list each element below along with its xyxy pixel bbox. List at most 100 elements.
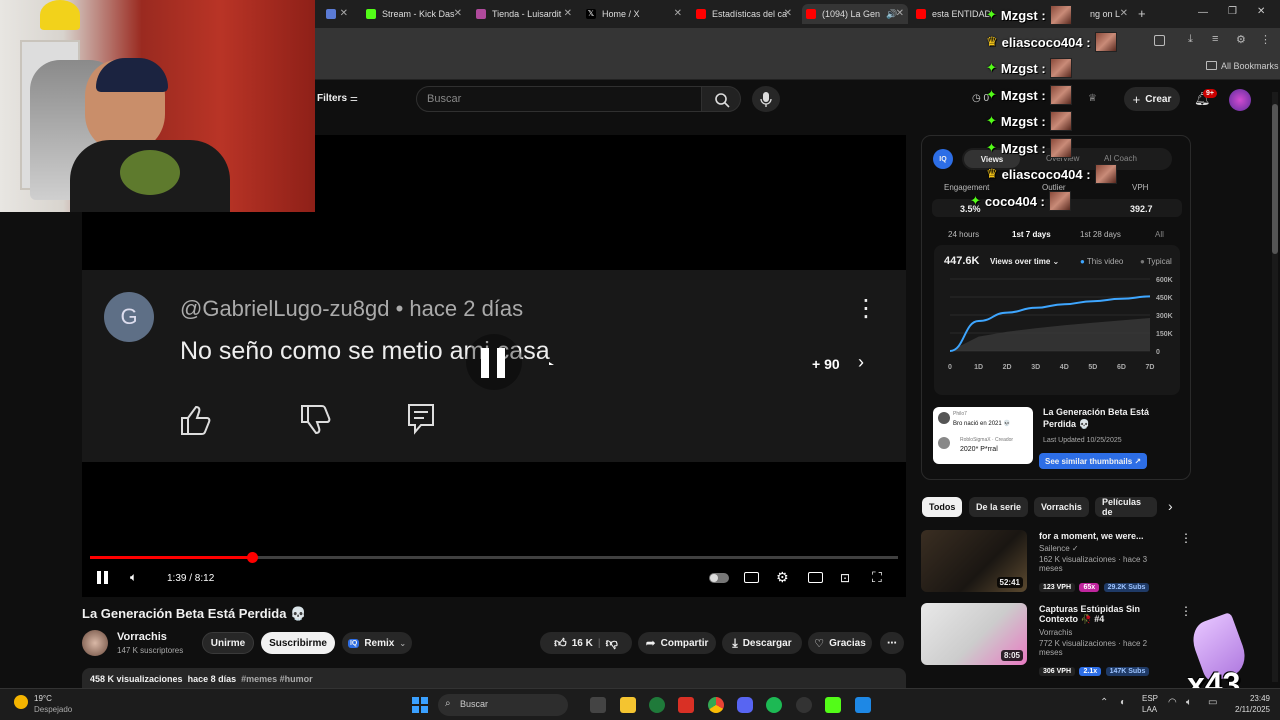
menu-list-icon[interactable]: ≡ [1212, 33, 1218, 45]
tab-close-icon[interactable]: ✕ [674, 8, 682, 19]
range-24h[interactable]: 24 hours [948, 230, 979, 239]
rec-item[interactable]: Capturas Estúpidas Sin Contexto 🥀 #4 Vor… [1039, 604, 1169, 678]
tab-tienda[interactable]: Tienda - Luisardit ✕ [472, 4, 576, 24]
wifi-icon[interactable]: ◠ [1168, 697, 1177, 708]
page-scrollbar[interactable] [1272, 92, 1278, 682]
tray-app-icon[interactable]: ◐ [1120, 697, 1126, 708]
avatar[interactable] [1229, 89, 1251, 111]
new-tab-icon[interactable]: + [1138, 6, 1146, 21]
pause-icon[interactable] [104, 571, 108, 584]
spotify-icon[interactable] [766, 697, 782, 713]
voice-search-button[interactable] [752, 86, 780, 112]
puzzle-icon[interactable]: ⚙ [1236, 33, 1246, 46]
range-all[interactable]: All [1155, 230, 1164, 239]
battery-icon[interactable]: ▭ [1208, 697, 1217, 708]
xbox-icon[interactable] [649, 697, 665, 713]
tab-other[interactable]: ng on L ✕ [1086, 4, 1132, 24]
tab-close-icon[interactable]: ✕ [1120, 8, 1128, 19]
discord-icon[interactable] [737, 697, 753, 713]
progress-track[interactable] [90, 556, 898, 559]
minimize-icon[interactable]: — [1198, 7, 1208, 18]
rec-thumbnail[interactable]: 52:41 [921, 530, 1027, 592]
chip-peliculas[interactable]: Películas de [1095, 497, 1157, 517]
scrollbar-thumb[interactable] [1272, 104, 1278, 254]
kick-app-icon[interactable] [825, 697, 841, 713]
obs-icon[interactable] [796, 697, 812, 713]
pause-icon[interactable] [97, 571, 101, 584]
thumbnail-preview[interactable]: Philo7 Bro nació en 2021 💀 RobloSigmaX ·… [933, 407, 1033, 464]
progress-scrubber[interactable] [246, 552, 258, 563]
tab-close-icon[interactable]: ✕ [564, 8, 572, 19]
chrome-icon[interactable] [708, 697, 724, 713]
taskbar-search[interactable]: ⌕ Buscar [438, 694, 568, 716]
more-actions-button[interactable]: ⋯ [880, 632, 904, 654]
search-button[interactable] [701, 86, 741, 112]
remix-button[interactable]: IQ Remix ⌄ [342, 632, 412, 654]
rec-thumbnail[interactable]: 8:05 [921, 603, 1027, 665]
weather-sun-icon [14, 695, 28, 709]
task-view-icon[interactable] [590, 697, 606, 713]
autoplay-toggle[interactable] [709, 573, 729, 583]
create-button[interactable]: + Crear [1124, 87, 1180, 111]
like-icon[interactable]: 👍︎ [554, 636, 567, 651]
subscribe-button[interactable]: Suscribirme [261, 632, 335, 654]
subtitles-icon[interactable] [744, 572, 759, 583]
description-box[interactable]: 458 K visualizaciones hace 8 días #memes… [82, 668, 906, 690]
settings-gear-icon[interactable]: ⚙ [776, 569, 789, 586]
see-similar-button[interactable]: See similar thumbnails ↗ [1039, 453, 1148, 469]
tab-close-icon[interactable]: ✕ [784, 8, 792, 19]
language-code[interactable]: ESP [1142, 694, 1158, 703]
theater-mode-icon[interactable] [808, 572, 823, 583]
file-explorer-icon[interactable] [620, 697, 636, 713]
rec-more-icon[interactable]: ⋮ [1180, 531, 1192, 545]
clock-time[interactable]: 23:49 [1222, 694, 1270, 703]
all-bookmarks-label[interactable]: All Bookmarks [1221, 61, 1279, 71]
tab-x[interactable]: 𝕏 Home / X ✕ [582, 4, 686, 24]
tab-close-icon[interactable]: ✕ [340, 8, 348, 19]
fullscreen-icon[interactable]: ⛶ [872, 569, 882, 586]
download-icon[interactable]: ⤓ [1188, 33, 1193, 46]
range-28days[interactable]: 1st 28 days [1080, 230, 1121, 239]
rec-item[interactable]: for a moment, we were... Sailence ✓ 162 … [1039, 531, 1169, 594]
chip-serie[interactable]: De la serie [969, 497, 1029, 517]
extensions-icon[interactable] [1154, 35, 1165, 46]
hashtags[interactable]: #memes #humor [241, 674, 313, 684]
weather-temp[interactable]: 19°C [34, 694, 52, 703]
more-vert-icon[interactable]: ⋮ [1260, 33, 1271, 46]
cast-icon[interactable]: ⊡ [840, 571, 850, 585]
like-count[interactable]: 16 K [572, 638, 593, 649]
center-pause-button[interactable] [466, 334, 522, 390]
thanks-button[interactable]: ♡ Gracias [808, 632, 872, 654]
chip-todos[interactable]: Todos [922, 497, 963, 517]
channel-name[interactable]: Vorrachis [117, 631, 167, 643]
filters-button[interactable]: Filters ⚌ [317, 93, 358, 104]
tab-close-icon[interactable]: ✕ [896, 8, 904, 19]
tab-close-icon[interactable]: ✕ [454, 8, 462, 19]
chip-vorrachis[interactable]: Vorrachis [1034, 497, 1089, 517]
trophy-icon[interactable]: ♕ [1088, 93, 1097, 104]
rec-more-icon[interactable]: ⋮ [1180, 604, 1192, 618]
views-dropdown[interactable]: Views over time ⌄ [990, 257, 1059, 266]
share-button[interactable]: ➦ Compartir [638, 632, 716, 654]
channel-avatar[interactable] [82, 630, 108, 656]
volume-tray-icon[interactable]: 🔈︎ [1186, 697, 1192, 708]
range-7days[interactable]: 1st 7 days [1012, 230, 1051, 239]
window-close-icon[interactable]: ✕ [1257, 6, 1265, 17]
notepad-icon[interactable] [855, 697, 871, 713]
chip-next-icon[interactable]: › [1168, 498, 1173, 514]
search-input[interactable]: Buscar [416, 86, 702, 112]
windows-start-icon[interactable] [412, 697, 428, 713]
download-button[interactable]: ⤓ Descargar [722, 632, 802, 654]
join-button[interactable]: Unirme [202, 632, 254, 654]
maximize-icon[interactable]: ❐ [1228, 6, 1237, 17]
volume-icon[interactable]: 🔈︎ [130, 570, 137, 585]
app-red-icon[interactable] [678, 697, 694, 713]
tab-current-video[interactable]: (1094) La Gen 🔊 ✕ [802, 4, 908, 24]
dislike-icon[interactable]: 👎︎ [606, 636, 618, 651]
tab-estadisticas[interactable]: Estadísticas del ca ✕ [692, 4, 796, 24]
tab-pinned[interactable]: ✕ [322, 4, 352, 24]
tab-ai-coach[interactable]: AI Coach [1104, 154, 1137, 163]
tray-chevron-icon[interactable]: ⌃ [1100, 697, 1108, 708]
tab-entidad[interactable]: esta ENTIDAD [912, 4, 992, 24]
tab-kick[interactable]: Stream - Kick Das ✕ [362, 4, 466, 24]
